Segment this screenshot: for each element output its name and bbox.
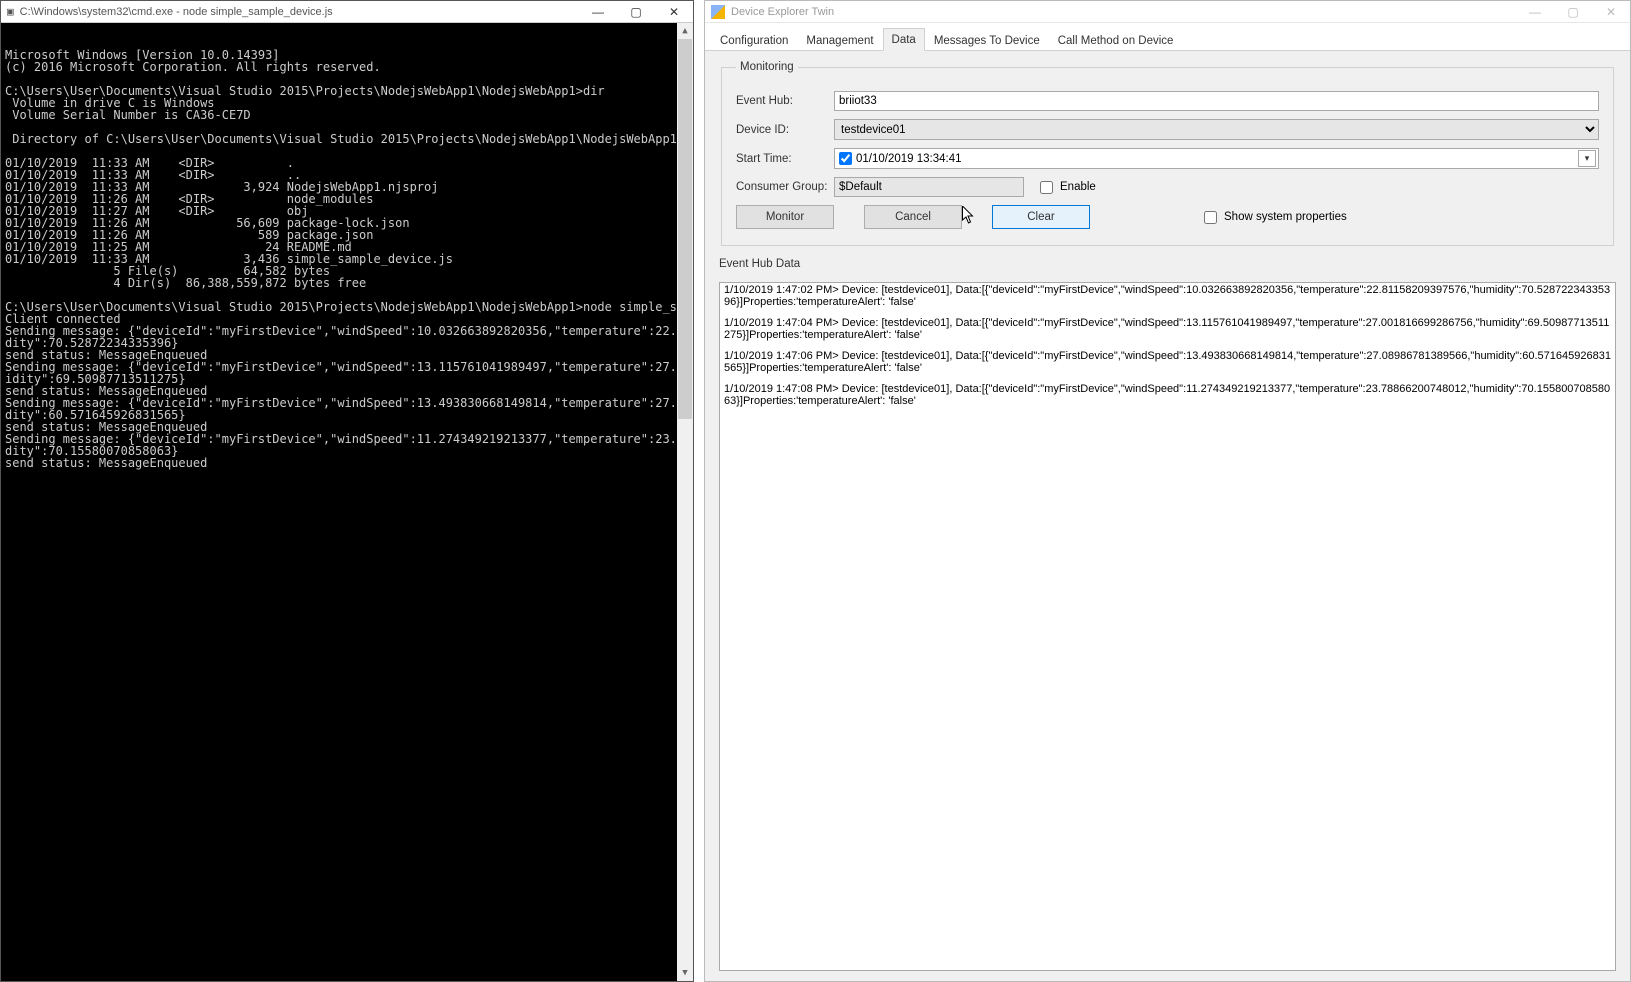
event-hub-data-box[interactable]: 1/10/2019 1:47:02 PM> Device: [testdevic… (719, 282, 1616, 971)
show-system-properties-label: Show system properties (1224, 211, 1347, 223)
device-id-select[interactable]: testdevice01 (834, 119, 1599, 140)
start-time-picker[interactable]: 01/10/2019 13:34:41 ▾ (834, 148, 1599, 169)
cancel-button[interactable]: Cancel (864, 205, 962, 229)
det-title: Device Explorer Twin (731, 6, 1516, 18)
cmd-title: C:\Windows\system32\cmd.exe - node simpl… (20, 6, 579, 18)
tab-call-method-on-device[interactable]: Call Method on Device (1049, 29, 1183, 51)
tab-messages-to-device[interactable]: Messages To Device (925, 29, 1049, 51)
gap (694, 0, 704, 982)
start-time-checkbox[interactable] (839, 152, 852, 165)
minimize-button[interactable]: — (579, 1, 617, 23)
scroll-down-icon[interactable]: ▼ (677, 965, 693, 981)
show-system-properties-checkbox[interactable] (1204, 211, 1217, 224)
consumer-group-input[interactable] (834, 177, 1024, 197)
close-button[interactable]: ✕ (655, 1, 693, 23)
monitor-button[interactable]: Monitor (736, 205, 834, 229)
close-button[interactable]: ✕ (1592, 1, 1630, 23)
enable-label: Enable (1060, 181, 1096, 193)
tab-content: Monitoring Event Hub: Device ID: testdev… (705, 51, 1630, 981)
consumer-group-label: Consumer Group: (736, 181, 830, 193)
device-id-label: Device ID: (736, 124, 830, 136)
cmd-window: ▣ C:\Windows\system32\cmd.exe - node sim… (0, 0, 694, 982)
event-hub-data-entry: 1/10/2019 1:47:04 PM> Device: [testdevic… (724, 318, 1611, 341)
event-hub-label: Event Hub: (736, 95, 830, 107)
clear-button[interactable]: Clear (992, 205, 1090, 229)
device-explorer-window: Device Explorer Twin — ▢ ✕ Configuration… (704, 0, 1631, 982)
minimize-button[interactable]: — (1516, 1, 1554, 23)
maximize-button[interactable]: ▢ (1554, 1, 1592, 23)
monitoring-legend: Monitoring (736, 61, 798, 73)
scroll-up-icon[interactable]: ▲ (677, 23, 693, 39)
event-hub-input[interactable] (834, 91, 1599, 111)
cmd-body[interactable]: Microsoft Windows [Version 10.0.14393] (… (1, 23, 693, 981)
event-hub-data-entry: 1/10/2019 1:47:06 PM> Device: [testdevic… (724, 351, 1611, 374)
event-hub-data-entry: 1/10/2019 1:47:02 PM> Device: [testdevic… (724, 285, 1611, 308)
scroll-thumb[interactable] (678, 39, 692, 419)
monitoring-group: Monitoring Event Hub: Device ID: testdev… (721, 61, 1614, 246)
maximize-button[interactable]: ▢ (617, 1, 655, 23)
calendar-dropdown-icon[interactable]: ▾ (1578, 150, 1596, 167)
event-hub-data-entry: 1/10/2019 1:47:08 PM> Device: [testdevic… (724, 384, 1611, 407)
enable-checkbox[interactable] (1040, 181, 1053, 194)
tab-configuration[interactable]: Configuration (711, 29, 797, 51)
app-icon (711, 5, 725, 19)
event-hub-data-label: Event Hub Data (719, 258, 1616, 270)
cmd-icon: ▣ (7, 5, 14, 18)
tab-management[interactable]: Management (797, 29, 882, 51)
tab-data[interactable]: Data (883, 28, 925, 51)
tabs: ConfigurationManagementDataMessages To D… (705, 23, 1630, 51)
cmd-text: Microsoft Windows [Version 10.0.14393] (… (5, 49, 689, 469)
start-time-label: Start Time: (736, 153, 830, 165)
det-titlebar[interactable]: Device Explorer Twin — ▢ ✕ (705, 1, 1630, 23)
start-time-value: 01/10/2019 13:34:41 (856, 153, 962, 165)
cmd-titlebar[interactable]: ▣ C:\Windows\system32\cmd.exe - node sim… (1, 1, 693, 23)
cmd-scrollbar[interactable]: ▲ ▼ (677, 23, 693, 981)
